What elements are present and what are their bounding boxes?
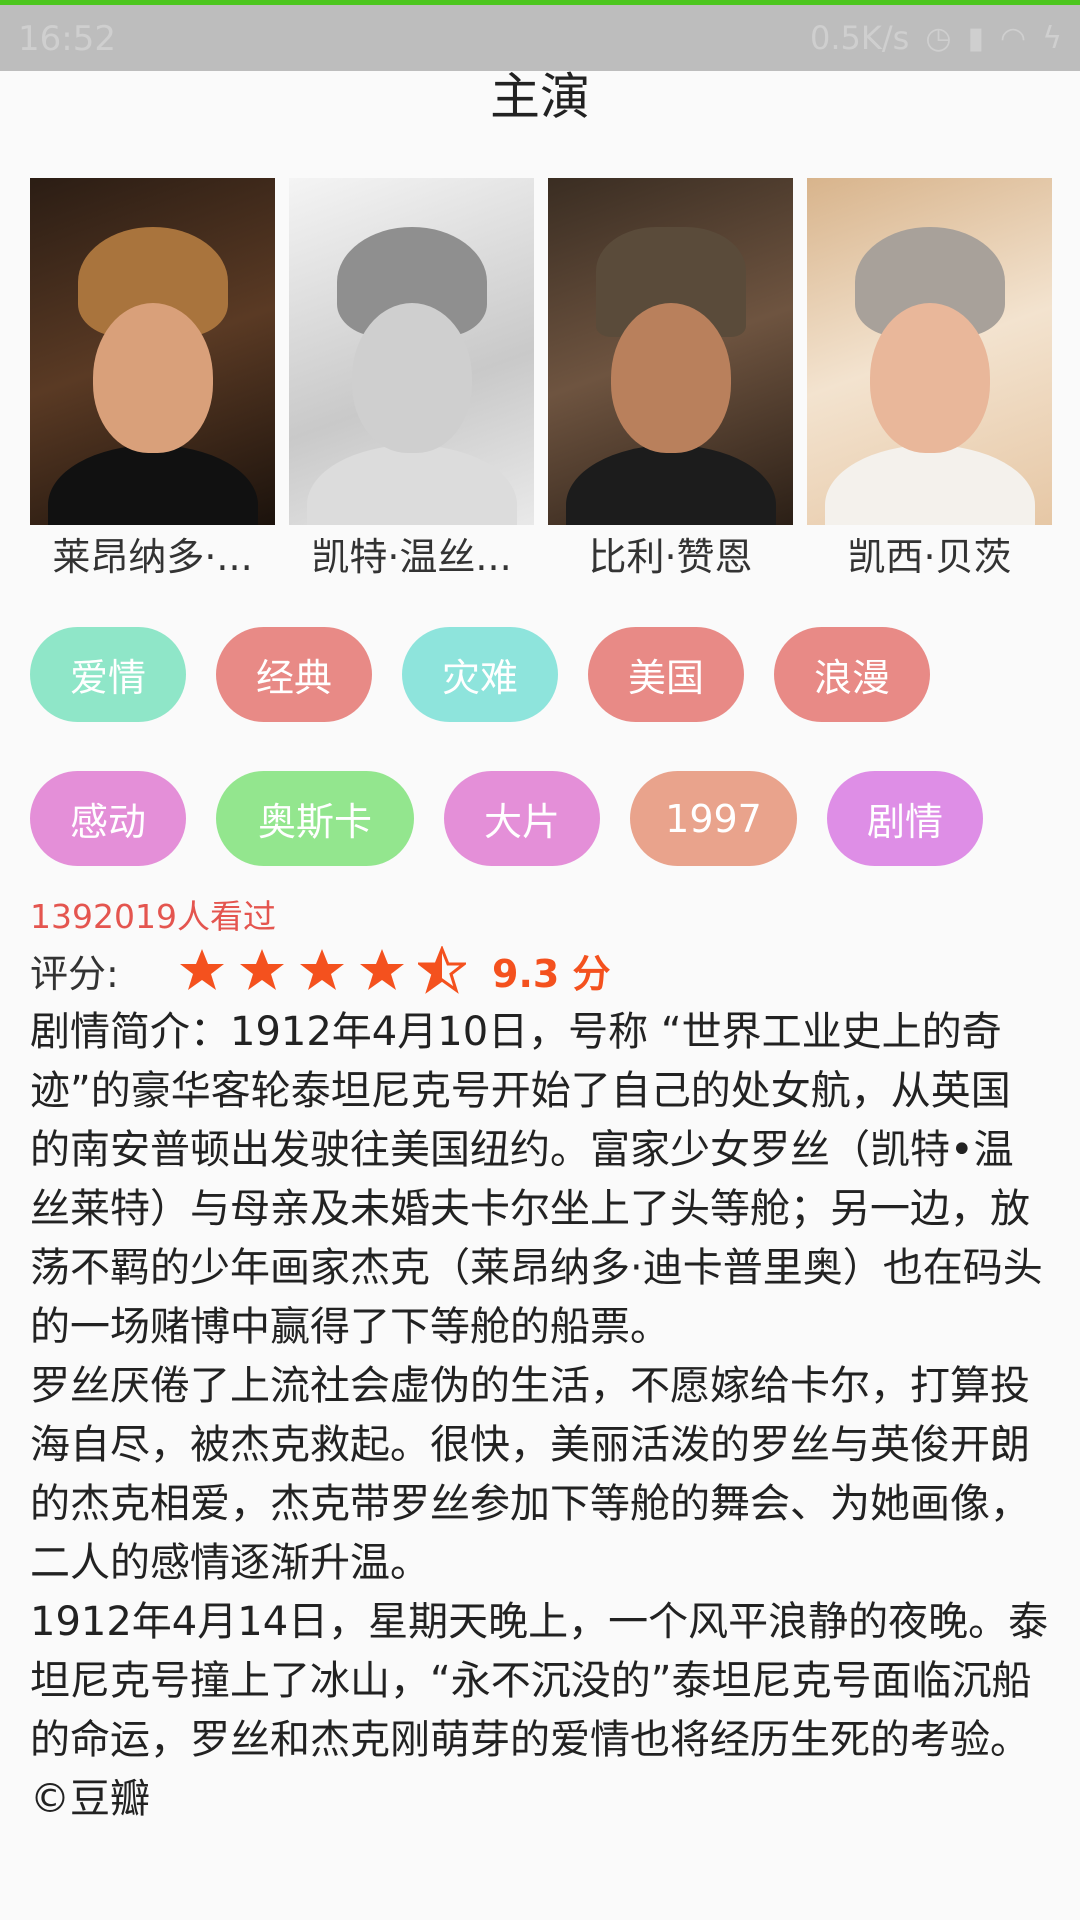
tag-chip[interactable]: 1997 (630, 771, 797, 866)
tag-chip[interactable]: 感动 (30, 771, 186, 866)
rating-row: 评分: 9.3 分 (30, 942, 611, 998)
cast-item[interactable]: 比利·赞恩 (548, 178, 793, 585)
status-icons: 0.5K/s ◷ ▮ ◠ ϟ (810, 19, 1062, 57)
actor-photo[interactable] (548, 178, 793, 525)
actor-photo[interactable] (30, 178, 275, 525)
alarm-icon: ◷ (925, 20, 952, 56)
rating-stars (178, 946, 466, 994)
cast-item[interactable]: 莱昂纳多·... (30, 178, 275, 585)
cast-item[interactable]: 凯西·贝茨 (807, 178, 1052, 585)
rating-label: 评分: (30, 951, 119, 996)
actor-name: 凯西·贝茨 (847, 535, 1012, 579)
tag-chip[interactable]: 爱情 (30, 627, 186, 722)
actor-photo[interactable] (807, 178, 1052, 525)
actor-name: 凯特·温丝... (311, 535, 512, 579)
tag-row-1: 爱情 经典 灾难 美国 浪漫 (30, 627, 930, 722)
actor-photo[interactable] (289, 178, 534, 525)
cast-item[interactable]: 凯特·温丝... (289, 178, 534, 585)
star-icon (418, 946, 466, 994)
tag-chip[interactable]: 大片 (444, 771, 600, 866)
signal-icon: ▮ (967, 20, 985, 56)
actor-name: 比利·赞恩 (588, 535, 753, 579)
tag-row-2: 感动 奥斯卡 大片 1997 剧情 (30, 771, 983, 866)
tag-chip[interactable]: 美国 (588, 627, 744, 722)
charging-icon: ϟ (1042, 20, 1062, 56)
tag-chip[interactable]: 灾难 (402, 627, 558, 722)
star-icon (300, 949, 344, 990)
star-icon (240, 949, 284, 990)
rating-score: 9.3 分 (492, 951, 611, 996)
plot-summary: 剧情简介：1912年4月10日，号称 “世界工业史上的奇迹”的豪华客轮泰坦尼克号… (30, 1009, 1049, 1822)
tag-chip[interactable]: 剧情 (827, 771, 983, 866)
movie-detail-page: 16:52 0.5K/s ◷ ▮ ◠ ϟ 主演 莱昂纳多·... 凯特·温丝..… (0, 0, 1080, 1920)
tag-chip[interactable]: 奥斯卡 (216, 771, 414, 866)
star-icon (180, 949, 224, 990)
cast-section-title: 主演 (490, 68, 590, 126)
network-speed: 0.5K/s (809, 19, 910, 57)
status-bar: 16:52 0.5K/s ◷ ▮ ◠ ϟ (0, 0, 1080, 71)
actor-name: 莱昂纳多·... (52, 535, 253, 579)
cast-list: 莱昂纳多·... 凯特·温丝... 比利·赞恩 凯西·贝茨 (30, 178, 1052, 585)
wifi-icon: ◠ (1000, 20, 1027, 56)
tag-chip[interactable]: 经典 (216, 627, 372, 722)
status-time: 16:52 (18, 19, 116, 59)
tag-chip[interactable]: 浪漫 (774, 627, 930, 722)
star-icon (360, 949, 404, 990)
viewed-count: 1392019人看过 (30, 897, 276, 936)
